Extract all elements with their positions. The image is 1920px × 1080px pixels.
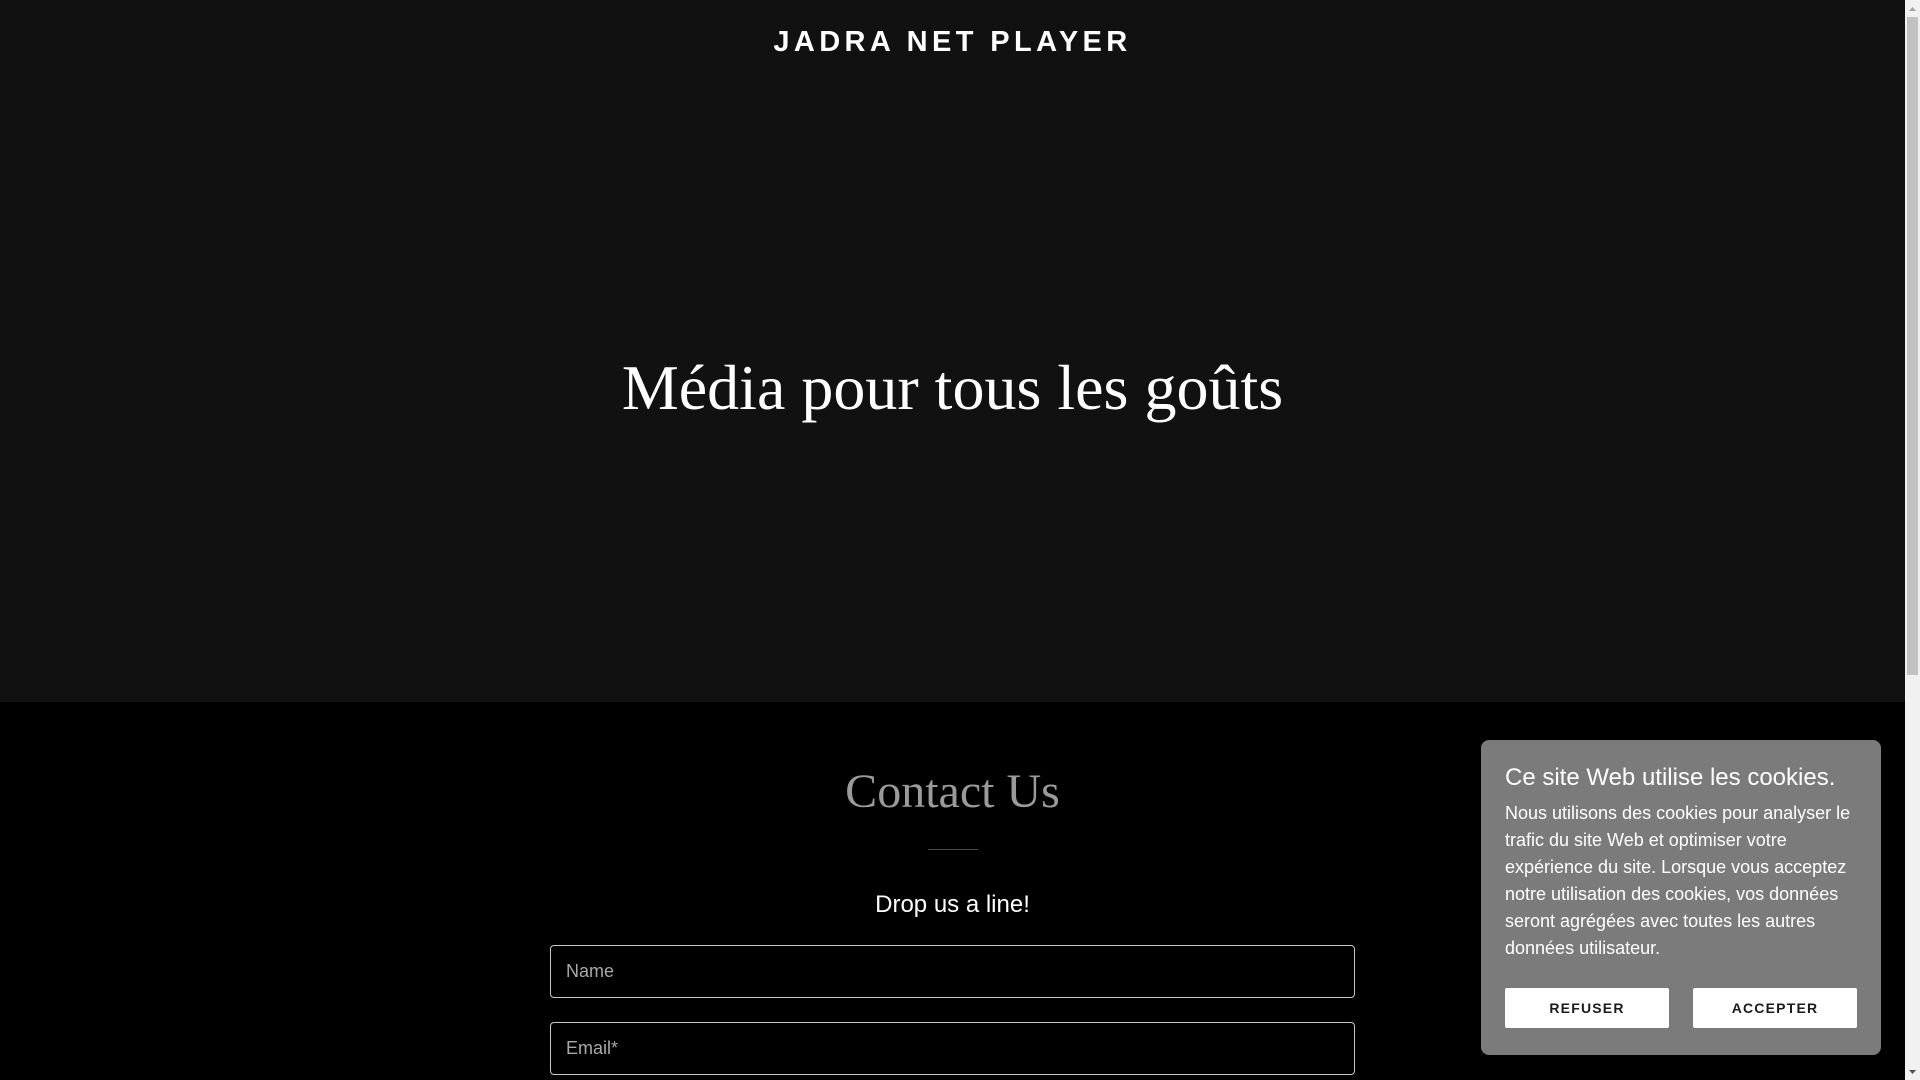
- email-input[interactable]: [550, 1022, 1355, 1075]
- refuse-cookies-button[interactable]: REFUSER: [1505, 988, 1669, 1028]
- hero-heading: Média pour tous les goûts: [621, 352, 1284, 423]
- name-input[interactable]: [550, 945, 1355, 998]
- scroll-down-arrow-icon[interactable]: [1905, 1063, 1920, 1080]
- vertical-scrollbar[interactable]: [1905, 0, 1920, 1080]
- cookie-banner-text: Nous utilisons des cookies pour analyser…: [1505, 803, 1851, 958]
- cookie-banner-title: Ce site Web utilise les cookies.: [1505, 764, 1836, 791]
- scrollbar-thumb[interactable]: [1907, 17, 1918, 675]
- accept-cookies-button[interactable]: ACCEPTER: [1693, 988, 1857, 1028]
- scroll-up-arrow-icon[interactable]: [1905, 0, 1920, 17]
- page: JADRA NET PLAYER Média pour tous les goû…: [0, 0, 1905, 1080]
- cookie-banner: Ce site Web utilise les cookies. Nous ut…: [1481, 740, 1881, 1055]
- contact-divider: [928, 849, 978, 850]
- hero-section: JADRA NET PLAYER Média pour tous les goû…: [0, 0, 1905, 702]
- site-title[interactable]: JADRA NET PLAYER: [0, 22, 1905, 62]
